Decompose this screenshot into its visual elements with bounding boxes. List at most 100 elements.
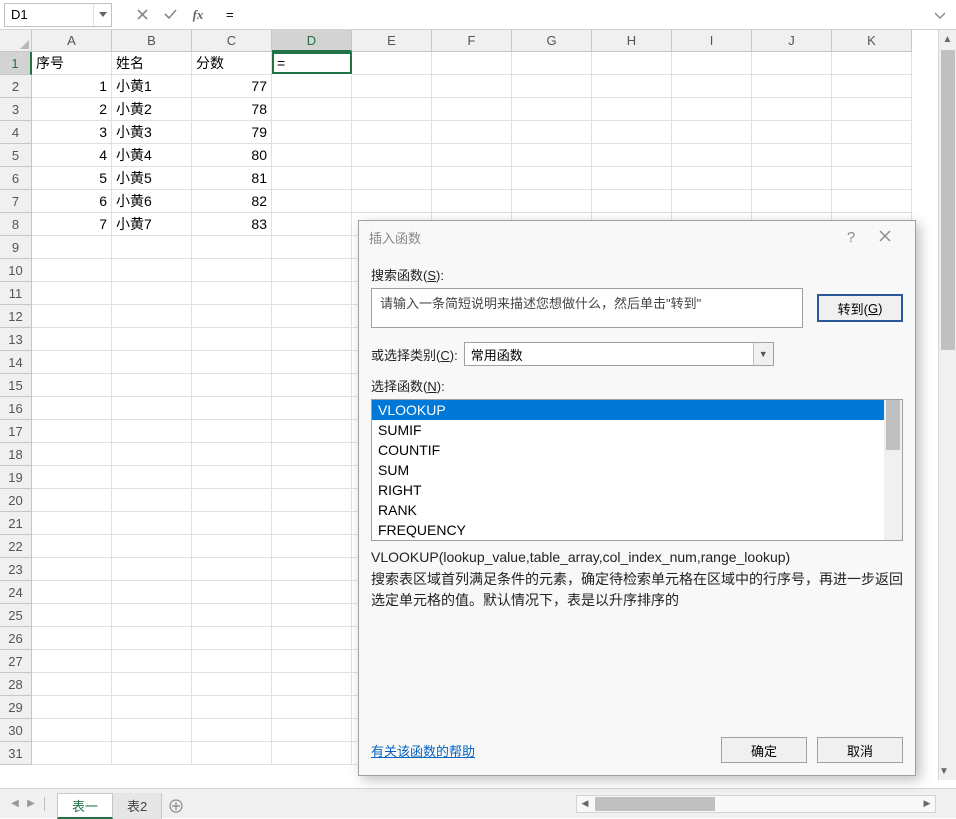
cell[interactable]: [592, 121, 672, 144]
sheet-nav-next-icon[interactable]: ▶: [24, 795, 38, 813]
cell[interactable]: [112, 719, 192, 742]
cell[interactable]: [272, 374, 352, 397]
insert-function-button[interactable]: fx: [184, 3, 212, 27]
cell[interactable]: [272, 650, 352, 673]
column-header[interactable]: A: [32, 30, 112, 52]
cell[interactable]: [272, 719, 352, 742]
row-header[interactable]: 19: [0, 466, 32, 489]
cell[interactable]: [272, 581, 352, 604]
function-list-item[interactable]: SUM: [372, 460, 902, 480]
cell[interactable]: [752, 98, 832, 121]
cell[interactable]: [112, 604, 192, 627]
row-header[interactable]: 1: [0, 52, 32, 75]
row-header[interactable]: 8: [0, 213, 32, 236]
row-header[interactable]: 17: [0, 420, 32, 443]
cell[interactable]: [192, 397, 272, 420]
vertical-scroll-thumb[interactable]: [941, 50, 955, 350]
column-header[interactable]: G: [512, 30, 592, 52]
cell[interactable]: 82: [192, 190, 272, 213]
sheet-tab-active[interactable]: 表一: [57, 793, 113, 819]
cell[interactable]: [672, 167, 752, 190]
row-header[interactable]: 2: [0, 75, 32, 98]
row-header[interactable]: 3: [0, 98, 32, 121]
cell[interactable]: [272, 627, 352, 650]
cell[interactable]: [32, 535, 112, 558]
cell[interactable]: =: [272, 52, 352, 74]
cell[interactable]: [272, 673, 352, 696]
cell[interactable]: [32, 282, 112, 305]
goto-button[interactable]: 转到(G): [817, 294, 903, 322]
cell[interactable]: [112, 627, 192, 650]
cell[interactable]: [672, 52, 752, 75]
horizontal-scroll-thumb[interactable]: [595, 797, 715, 811]
cell[interactable]: [192, 374, 272, 397]
cell[interactable]: [112, 443, 192, 466]
function-list-item[interactable]: SUMIF: [372, 420, 902, 440]
cell[interactable]: [32, 696, 112, 719]
cell[interactable]: [112, 328, 192, 351]
cell[interactable]: 姓名: [112, 52, 192, 75]
cell[interactable]: [432, 121, 512, 144]
cell[interactable]: [272, 489, 352, 512]
cell[interactable]: [672, 75, 752, 98]
cell[interactable]: 小黄2: [112, 98, 192, 121]
cell[interactable]: [112, 535, 192, 558]
dialog-help-icon[interactable]: ?: [837, 229, 865, 246]
cell[interactable]: 6: [32, 190, 112, 213]
cell[interactable]: [192, 236, 272, 259]
row-header[interactable]: 15: [0, 374, 32, 397]
cell[interactable]: [32, 512, 112, 535]
cell[interactable]: [112, 259, 192, 282]
cell[interactable]: [272, 466, 352, 489]
row-header[interactable]: 10: [0, 259, 32, 282]
row-header[interactable]: 30: [0, 719, 32, 742]
cell[interactable]: [352, 98, 432, 121]
cell[interactable]: [832, 75, 912, 98]
cell[interactable]: [192, 627, 272, 650]
cell[interactable]: 78: [192, 98, 272, 121]
cell[interactable]: [352, 167, 432, 190]
cell[interactable]: 3: [32, 121, 112, 144]
function-list-item[interactable]: COUNTIF: [372, 440, 902, 460]
horizontal-scrollbar[interactable]: ◀ ▶: [576, 795, 936, 813]
cell[interactable]: [32, 489, 112, 512]
row-header[interactable]: 6: [0, 167, 32, 190]
cell[interactable]: [32, 397, 112, 420]
cell[interactable]: [32, 236, 112, 259]
row-header[interactable]: 26: [0, 627, 32, 650]
cell[interactable]: [112, 673, 192, 696]
cell[interactable]: [32, 627, 112, 650]
cell[interactable]: [592, 190, 672, 213]
cell[interactable]: [272, 512, 352, 535]
cell[interactable]: [32, 673, 112, 696]
row-header[interactable]: 13: [0, 328, 32, 351]
cell[interactable]: [672, 190, 752, 213]
cell[interactable]: [672, 98, 752, 121]
cell[interactable]: [112, 742, 192, 765]
cell[interactable]: [192, 489, 272, 512]
cell[interactable]: [272, 144, 352, 167]
cell[interactable]: [432, 75, 512, 98]
name-box-dropdown-icon[interactable]: [93, 4, 111, 26]
cell[interactable]: [352, 52, 432, 75]
cell[interactable]: [32, 351, 112, 374]
cell[interactable]: [112, 236, 192, 259]
cell[interactable]: 83: [192, 213, 272, 236]
cell[interactable]: 序号: [32, 52, 112, 75]
row-header[interactable]: 31: [0, 742, 32, 765]
cell[interactable]: [32, 420, 112, 443]
cell[interactable]: [512, 190, 592, 213]
function-help-link[interactable]: 有关该函数的帮助: [371, 741, 475, 760]
cell[interactable]: [272, 351, 352, 374]
row-header[interactable]: 16: [0, 397, 32, 420]
cell[interactable]: [272, 282, 352, 305]
cell[interactable]: [192, 604, 272, 627]
function-list-item[interactable]: VLOOKUP: [372, 400, 902, 420]
cell[interactable]: [32, 650, 112, 673]
cell[interactable]: [752, 75, 832, 98]
cell[interactable]: [112, 512, 192, 535]
cell[interactable]: [832, 121, 912, 144]
vertical-scrollbar[interactable]: ▲ ▼: [938, 30, 956, 780]
listbox-scroll-thumb[interactable]: [886, 400, 900, 450]
cell[interactable]: 7: [32, 213, 112, 236]
